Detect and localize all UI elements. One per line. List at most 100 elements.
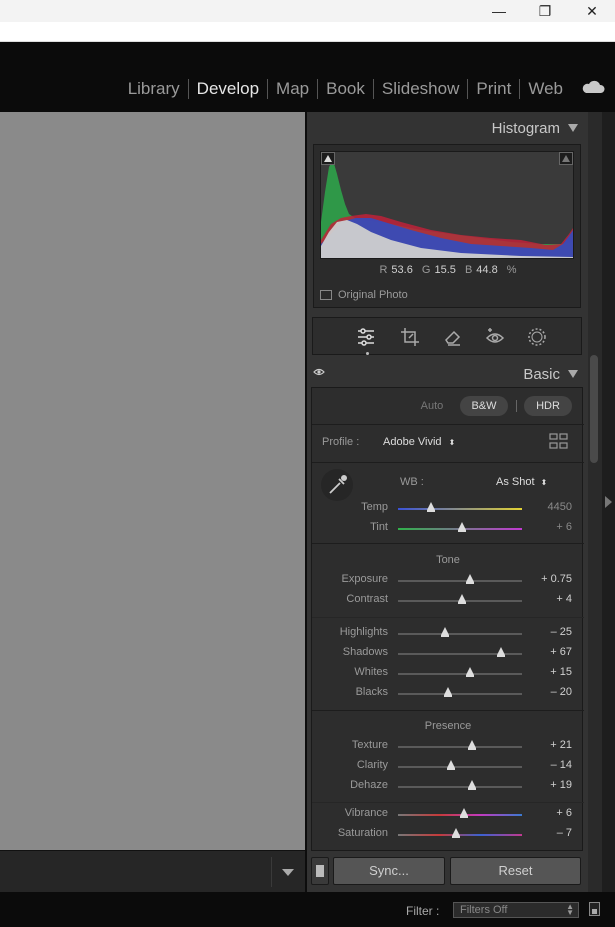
menu-bar: [0, 22, 615, 42]
g-value: 15.5: [434, 264, 456, 276]
highlight-clipping-toggle[interactable]: [559, 152, 573, 165]
vibrance-value[interactable]: + 6: [522, 807, 572, 819]
highlights-slider-thumb[interactable]: [441, 627, 450, 637]
eye-icon[interactable]: [313, 367, 325, 377]
g-label: G: [421, 264, 431, 276]
exposure-slider-thumb[interactable]: [465, 574, 474, 584]
highlights-slider[interactable]: [398, 633, 522, 635]
vibrance-label: Vibrance: [344, 807, 388, 819]
right-panel-edge: [602, 112, 615, 892]
temp-label: Temp: [361, 501, 388, 513]
vibrance-slider-thumb[interactable]: [459, 808, 468, 818]
toolbar-dropdown-button[interactable]: [271, 857, 305, 887]
cloud-icon[interactable]: [581, 80, 605, 94]
module-book[interactable]: Book: [318, 79, 373, 99]
maximize-button[interactable]: ❐: [522, 0, 568, 22]
redeye-icon[interactable]: [484, 326, 506, 348]
profile-browser-grid-icon[interactable]: [549, 433, 569, 449]
histogram-title: Histogram: [491, 119, 560, 137]
module-print[interactable]: Print: [468, 79, 519, 99]
module-develop[interactable]: Develop: [189, 79, 267, 99]
temp-value[interactable]: 4450: [522, 501, 572, 513]
wb-select[interactable]: As Shot ⬍: [496, 476, 547, 488]
row-divider: [312, 802, 584, 803]
texture-slider-thumb[interactable]: [468, 740, 477, 750]
bw-button[interactable]: B&W: [460, 396, 508, 416]
clarity-value[interactable]: – 14: [522, 759, 572, 771]
texture-label: Texture: [351, 739, 388, 751]
triangle-up-icon: [324, 155, 332, 162]
texture-value[interactable]: + 21: [522, 739, 572, 751]
filter-select[interactable]: Filters Off ▲ ▼: [453, 902, 579, 918]
original-photo-checkbox[interactable]: Original Photo: [320, 289, 408, 301]
original-photo-label: Original Photo: [338, 289, 408, 301]
whites-slider-thumb[interactable]: [465, 667, 474, 677]
collapse-triangle-icon: [568, 124, 578, 133]
sliders-icon[interactable]: [355, 326, 377, 348]
filmstrip-footer: Filter : Filters Off ▲ ▼: [0, 892, 615, 927]
row-divider: [312, 424, 584, 425]
temp-slider[interactable]: [398, 508, 522, 510]
clarity-slider[interactable]: [398, 766, 522, 768]
dehaze-slider[interactable]: [398, 786, 522, 788]
texture-slider[interactable]: [398, 746, 522, 748]
saturation-value[interactable]: – 7: [522, 827, 572, 839]
panel-scrollbar[interactable]: [588, 112, 602, 892]
profile-select[interactable]: Adobe Vivid ⬍: [383, 436, 455, 448]
whites-value[interactable]: + 15: [522, 666, 572, 678]
eraser-icon[interactable]: [442, 326, 464, 348]
triangle-up-icon: [562, 155, 570, 162]
image-canvas[interactable]: [0, 112, 305, 850]
basic-header[interactable]: Basic: [523, 365, 578, 383]
dehaze-value[interactable]: + 19: [522, 779, 572, 791]
highlights-value[interactable]: – 25: [522, 626, 572, 638]
blacks-value[interactable]: – 20: [522, 686, 572, 698]
filter-value: Filters Off: [460, 904, 508, 916]
saturation-slider-thumb[interactable]: [452, 828, 461, 838]
switch-icon: [316, 865, 324, 877]
blacks-slider[interactable]: [398, 693, 522, 695]
hdr-button[interactable]: HDR: [524, 396, 572, 416]
shadows-slider-thumb[interactable]: [496, 647, 505, 657]
histogram-plot: [321, 160, 573, 258]
tint-slider-thumb[interactable]: [458, 522, 467, 532]
collapse-triangle-icon: [568, 370, 578, 379]
sync-toggle-switch[interactable]: [311, 857, 329, 885]
masking-icon[interactable]: [526, 326, 548, 348]
module-web[interactable]: Web: [520, 79, 571, 99]
blacks-slider-thumb[interactable]: [443, 687, 452, 697]
close-button[interactable]: ✕: [569, 0, 615, 22]
dehaze-slider-thumb[interactable]: [468, 780, 477, 790]
presence-section-label: Presence: [424, 720, 472, 732]
reset-button[interactable]: Reset: [450, 857, 581, 885]
tone-section-label: Tone: [436, 554, 460, 566]
row-divider: [312, 543, 584, 544]
shadow-clipping-toggle[interactable]: [321, 152, 335, 165]
tint-value[interactable]: + 6: [522, 521, 572, 533]
module-picker-bar: Library Develop Map Book Slideshow Print…: [0, 42, 615, 112]
contrast-slider-thumb[interactable]: [458, 594, 467, 604]
shadows-label: Shadows: [342, 646, 388, 658]
wb-eyedropper-icon[interactable]: [320, 468, 354, 502]
exposure-slider[interactable]: [398, 580, 522, 582]
crop-icon[interactable]: [399, 326, 421, 348]
whites-slider[interactable]: [398, 673, 522, 675]
temp-slider-thumb[interactable]: [427, 502, 436, 512]
highlights-label: Highlights: [339, 626, 388, 638]
up-down-icon: ▲ ▼: [566, 902, 574, 917]
module-library[interactable]: Library: [120, 79, 188, 99]
sync-button[interactable]: Sync...: [333, 857, 445, 885]
minimize-button[interactable]: —: [476, 0, 522, 22]
module-map[interactable]: Map: [268, 79, 317, 99]
clarity-slider-thumb[interactable]: [447, 760, 456, 770]
scrollbar-thumb[interactable]: [590, 355, 598, 463]
contrast-value[interactable]: + 4: [522, 593, 572, 605]
histogram-header[interactable]: Histogram: [492, 119, 578, 137]
module-slideshow[interactable]: Slideshow: [374, 79, 468, 99]
histogram-graph[interactable]: [320, 151, 574, 259]
filter-lock-icon[interactable]: [589, 902, 600, 916]
expand-panel-icon[interactable]: [605, 496, 612, 508]
shadows-value[interactable]: + 67: [522, 646, 572, 658]
exposure-value[interactable]: + 0.75: [522, 573, 572, 585]
auto-button[interactable]: Auto: [412, 396, 452, 416]
